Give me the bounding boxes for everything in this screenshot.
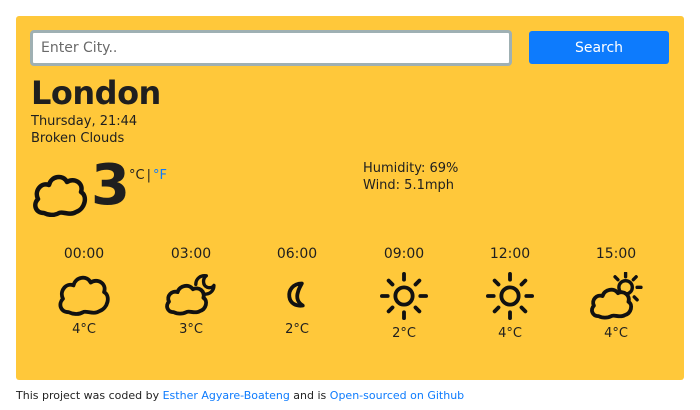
cloud-moon-icon — [165, 274, 216, 316]
current-temperature: 3 — [91, 153, 130, 218]
forecast-item: 00:00 4°C — [39, 244, 129, 337]
forecast: 00:00 4°C 03:00 3°C 06:00 2°C 09:00 2°C … — [36, 244, 676, 354]
celsius-unit: °C — [129, 168, 145, 183]
forecast-item: 15:00 4°C — [571, 244, 661, 341]
unit-separator: | — [146, 168, 151, 183]
fahrenheit-link[interactable]: °F — [153, 168, 167, 183]
forecast-time: 15:00 — [595, 246, 637, 262]
moon-icon — [287, 281, 305, 308]
forecast-temp: 4°C — [498, 326, 522, 341]
forecast-item: 03:00 3°C — [146, 244, 236, 337]
forecast-item: 12:00 4°C — [465, 244, 555, 341]
forecast-temp: 3°C — [179, 322, 203, 337]
forecast-temp: 4°C — [72, 322, 96, 337]
cloud-icon — [58, 275, 110, 316]
forecast-item: 06:00 2°C — [252, 244, 342, 337]
city-search-input[interactable] — [30, 30, 512, 66]
author-link[interactable]: Esther Agyare-Boateng — [163, 389, 290, 402]
unit-toggle: °C | °F — [129, 168, 167, 183]
search-button[interactable]: Search — [529, 31, 669, 64]
city-name: London — [31, 74, 161, 112]
forecast-time: 03:00 — [170, 246, 212, 262]
weather-card: Search London Thursday, 21:44 Broken Clo… — [16, 16, 684, 380]
footer: This project was coded by Esther Agyare-… — [16, 389, 464, 402]
forecast-time: 06:00 — [276, 246, 318, 262]
forecast-time: 09:00 — [383, 246, 425, 262]
forecast-time: 12:00 — [489, 246, 531, 262]
cloud-icon — [33, 174, 88, 217]
date-time: Thursday, 21:44 — [31, 114, 138, 129]
sun-icon — [380, 272, 428, 320]
sun-icon — [486, 272, 534, 320]
footer-text: and is — [289, 389, 330, 402]
forecast-time: 00:00 — [63, 246, 105, 262]
cloud-sun-icon — [590, 272, 643, 320]
humidity: Humidity: 69% — [363, 161, 459, 176]
footer-text: This project was coded by — [16, 389, 163, 402]
wind-speed: Wind: 5.1mph — [363, 178, 455, 193]
forecast-temp: 2°C — [392, 326, 416, 341]
forecast-temp: 4°C — [604, 326, 628, 341]
weather-condition: Broken Clouds — [31, 131, 125, 146]
forecast-temp: 2°C — [285, 322, 309, 337]
github-link[interactable]: Open-sourced on Github — [330, 389, 464, 402]
forecast-item: 09:00 2°C — [359, 244, 449, 341]
